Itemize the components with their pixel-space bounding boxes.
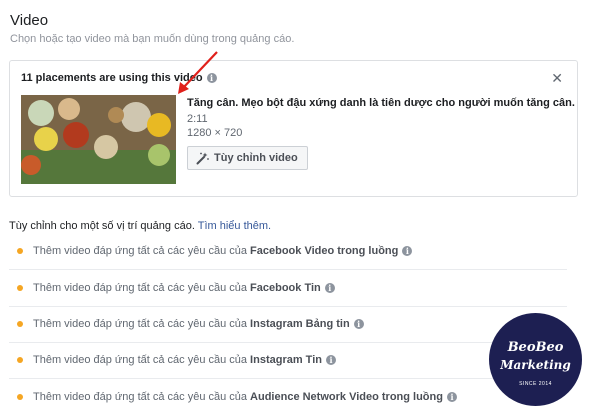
requirement-text: Thêm video đáp ứng tất cả các yêu cầu củ… [33, 282, 248, 294]
info-icon[interactable]: i [402, 246, 413, 256]
magic-wand-icon [196, 152, 209, 164]
video-card: 11 placements are using this video i ✕ T… [9, 60, 578, 197]
customize-video-button[interactable]: Tùy chỉnh video [187, 146, 308, 170]
section-subtitle: Chọn hoặc tạo video mà bạn muốn dùng tro… [10, 33, 295, 45]
watermark-line3: SINCE 2014 [519, 381, 552, 387]
requirement-row[interactable]: Thêm video đáp ứng tất cả các yêu cầu củ… [9, 233, 567, 270]
requirement-row[interactable]: Thêm video đáp ứng tất cả các yêu cầu củ… [9, 270, 567, 307]
status-dot-icon [17, 357, 23, 363]
section-title: Video [10, 12, 49, 29]
requirement-text: Thêm video đáp ứng tất cả các yêu cầu củ… [33, 390, 248, 403]
info-icon[interactable]: i [325, 355, 336, 365]
video-resolution: 1280 × 720 [187, 127, 243, 139]
annotation-arrow [178, 51, 218, 94]
video-thumbnail[interactable] [21, 95, 176, 184]
video-duration: 2:11 [187, 113, 208, 125]
requirement-text: Thêm video đáp ứng tất cả các yêu cầu củ… [33, 245, 248, 257]
info-icon[interactable]: i [324, 283, 335, 293]
info-icon[interactable]: i [353, 319, 364, 329]
info-icon[interactable]: i [446, 391, 457, 402]
requirement-placement: Facebook Video trong luồng [250, 245, 399, 257]
status-dot-icon [17, 285, 23, 291]
requirement-row[interactable]: Thêm video đáp ứng tất cả các yêu cầu củ… [9, 306, 567, 343]
customize-video-label: Tùy chỉnh video [214, 152, 298, 164]
customize-placements-text: Tùy chỉnh cho một số vị trí quảng cáo. [9, 220, 195, 232]
requirement-placement: Audience Network Video trong luồng [250, 390, 443, 403]
requirement-placement: Instagram Bảng tin [250, 318, 350, 330]
requirement-row[interactable]: Thêm video đáp ứng tất cả các yêu cầu củ… [9, 378, 567, 415]
status-dot-icon [17, 248, 23, 254]
requirement-row[interactable]: Thêm video đáp ứng tất cả các yêu cầu củ… [9, 342, 567, 379]
learn-more-link[interactable]: Tìm hiểu thêm. [198, 220, 271, 232]
video-title: Tăng cân. Mẹo bột đậu xứng danh là tiên … [187, 97, 575, 109]
watermark-logo: BeoBeo Marketing SINCE 2014 [489, 313, 582, 406]
status-dot-icon [17, 321, 23, 327]
video-thumbnail-image [21, 95, 176, 184]
requirement-placement: Facebook Tin [250, 282, 321, 294]
requirement-text: Thêm video đáp ứng tất cả các yêu cầu củ… [33, 318, 248, 330]
status-dot-icon [17, 393, 23, 400]
watermark-line1: BeoBeo [507, 340, 564, 355]
requirement-placement: Instagram Tin [250, 354, 322, 366]
watermark-line2: Marketing [500, 358, 571, 372]
close-icon[interactable]: ✕ [551, 71, 563, 85]
customize-placements-heading: Tùy chỉnh cho một số vị trí quảng cáo. T… [9, 220, 271, 232]
requirement-text: Thêm video đáp ứng tất cả các yêu cầu củ… [33, 354, 248, 366]
